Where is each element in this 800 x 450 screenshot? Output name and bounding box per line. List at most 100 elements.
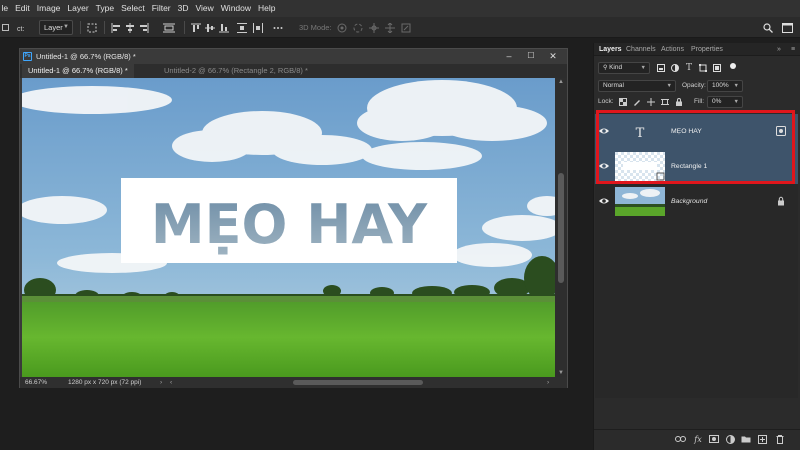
scroll-down-icon[interactable]: ▼: [555, 370, 567, 376]
layer-filter-row: ⚲ Kind ▼ T: [594, 61, 800, 75]
align-left-icon[interactable]: [110, 17, 122, 38]
pan-3d-icon[interactable]: [368, 17, 380, 38]
scroll-left-icon[interactable]: ‹: [170, 377, 172, 388]
trash-icon[interactable]: [774, 433, 786, 445]
add-mask-icon[interactable]: [708, 433, 720, 445]
more-options-icon[interactable]: [272, 17, 284, 38]
menu-window[interactable]: Window: [217, 0, 254, 17]
auto-select-dropdown[interactable]: Layer ▼: [39, 20, 73, 35]
maximize-button[interactable]: ☐: [520, 49, 542, 64]
new-layer-icon[interactable]: [756, 433, 768, 445]
document-titlebar[interactable]: Ps Untitled-1 @ 66.7% (RGB/8) * – ☐ ✕: [20, 49, 567, 64]
zoom-level[interactable]: 66.67%: [25, 377, 47, 388]
transform-controls-icon[interactable]: [86, 17, 98, 38]
checkbox-icon[interactable]: [0, 17, 10, 38]
distribute-vertical-icon[interactable]: [236, 17, 248, 38]
menu-file[interactable]: le: [0, 0, 12, 17]
document-window-title: Untitled-1 @ 66.7% (RGB/8) *: [36, 52, 136, 61]
scale-3d-icon[interactable]: [400, 17, 412, 38]
filter-toggle-icon[interactable]: [728, 60, 738, 72]
orbit-3d-icon[interactable]: [336, 17, 348, 38]
menu-edit[interactable]: Edit: [12, 0, 34, 17]
minimize-button[interactable]: –: [498, 49, 520, 64]
tab-actions[interactable]: Actions: [661, 43, 684, 56]
scroll-right-icon[interactable]: ›: [547, 377, 549, 388]
lock-icon[interactable]: [776, 196, 786, 206]
menu-filter[interactable]: Filter: [148, 0, 174, 17]
divider: [104, 21, 105, 34]
blend-row: Normal ▼ Opacity: 100% ▼: [594, 79, 800, 93]
menu-3d[interactable]: 3D: [174, 0, 192, 17]
tab-channels[interactable]: Channels: [626, 43, 656, 56]
menu-select[interactable]: Select: [118, 0, 149, 17]
lock-image-pixels-icon[interactable]: [632, 96, 642, 108]
search-icon[interactable]: [762, 17, 774, 38]
menu-view[interactable]: View: [192, 0, 217, 17]
divider: [80, 21, 81, 34]
tab-properties[interactable]: Properties: [691, 43, 723, 56]
collapse-panel-icon[interactable]: »: [777, 43, 781, 56]
vertical-scrollbar[interactable]: ▲ ▼: [555, 78, 567, 377]
filter-kind-value: Kind: [609, 64, 623, 71]
info-arrow-icon[interactable]: ›: [160, 377, 162, 388]
lock-transparent-pixels-icon[interactable]: [618, 96, 628, 108]
menu-type[interactable]: Type: [92, 0, 117, 17]
layer-row-background[interactable]: Background: [595, 184, 798, 219]
lock-position-icon[interactable]: [646, 96, 656, 108]
chevron-down-icon: ▼: [63, 24, 69, 30]
filter-shape-icon[interactable]: [698, 62, 708, 74]
auto-select-label: ct:: [12, 17, 32, 38]
auto-select-value: Layer: [44, 23, 63, 32]
3d-mode-label: 3D Mode:: [299, 23, 332, 32]
link-layers-icon[interactable]: [674, 433, 686, 445]
opacity-value: 100%: [712, 82, 729, 89]
adjustment-layer-icon[interactable]: [724, 433, 736, 445]
blend-mode-dropdown[interactable]: Normal ▼: [598, 80, 676, 92]
slide-3d-icon[interactable]: [384, 17, 396, 38]
tab-layers[interactable]: Layers: [599, 43, 622, 56]
scroll-thumb[interactable]: [558, 173, 564, 283]
new-group-icon[interactable]: [740, 433, 752, 445]
align-top-icon[interactable]: [190, 17, 202, 38]
align-bottom-icon[interactable]: [218, 17, 230, 38]
menu-image[interactable]: Image: [33, 0, 64, 17]
lock-artboard-icon[interactable]: [660, 96, 670, 108]
chevron-down-icon: ▼: [733, 83, 739, 89]
status-bar: 66.67% 1280 px x 720 px (72 ppi) › ‹ ›: [20, 377, 567, 388]
tab-untitled-1[interactable]: Untitled-1 @ 66.7% (RGB/8) *: [22, 64, 134, 78]
close-button[interactable]: ✕: [542, 49, 564, 64]
align-right-icon[interactable]: [138, 17, 150, 38]
opacity-label: Opacity:: [682, 82, 706, 89]
canvas-image: MẸO HAY: [22, 78, 555, 377]
eye-icon[interactable]: [598, 195, 610, 207]
panel-menu-icon[interactable]: ≡: [791, 43, 795, 56]
align-middle-icon[interactable]: [204, 17, 216, 38]
distribute-horizontal-icon[interactable]: [252, 17, 264, 38]
filter-smart-object-icon[interactable]: [712, 62, 722, 74]
fill-value: 0%: [712, 98, 722, 105]
canvas[interactable]: MẸO HAY: [22, 78, 555, 377]
roll-3d-icon[interactable]: [352, 17, 364, 38]
document-window: Ps Untitled-1 @ 66.7% (RGB/8) * – ☐ ✕ Un…: [19, 48, 568, 388]
align-center-h-icon[interactable]: [124, 17, 136, 38]
divider: [184, 21, 185, 34]
workspace-icon[interactable]: [780, 17, 794, 38]
opacity-field[interactable]: 100% ▼: [707, 80, 743, 92]
distribute-icon[interactable]: [162, 17, 176, 38]
fill-field[interactable]: 0% ▼: [707, 96, 743, 108]
photoshop-icon: Ps: [23, 52, 32, 61]
filter-type-icon[interactable]: T: [684, 62, 694, 74]
scroll-up-icon[interactable]: ▲: [555, 79, 567, 85]
filter-kind-dropdown[interactable]: ⚲ Kind ▼: [598, 62, 650, 74]
document-info: 1280 px x 720 px (72 ppi): [68, 379, 142, 386]
menu-layer[interactable]: Layer: [64, 0, 92, 17]
menu-help[interactable]: Help: [255, 0, 279, 17]
blend-mode-value: Normal: [603, 82, 624, 89]
fx-icon[interactable]: fx: [692, 433, 704, 445]
tab-untitled-2[interactable]: Untitled-2 @ 66.7% (Rectangle 2, RGB/8) …: [158, 64, 314, 78]
horizontal-scroll-thumb[interactable]: [293, 380, 423, 385]
filter-adjustment-icon[interactable]: [670, 62, 680, 74]
filter-pixel-icon[interactable]: [656, 62, 666, 74]
lock-all-icon[interactable]: [674, 96, 684, 108]
canvas-title-text: MẸO HAY: [151, 193, 428, 256]
